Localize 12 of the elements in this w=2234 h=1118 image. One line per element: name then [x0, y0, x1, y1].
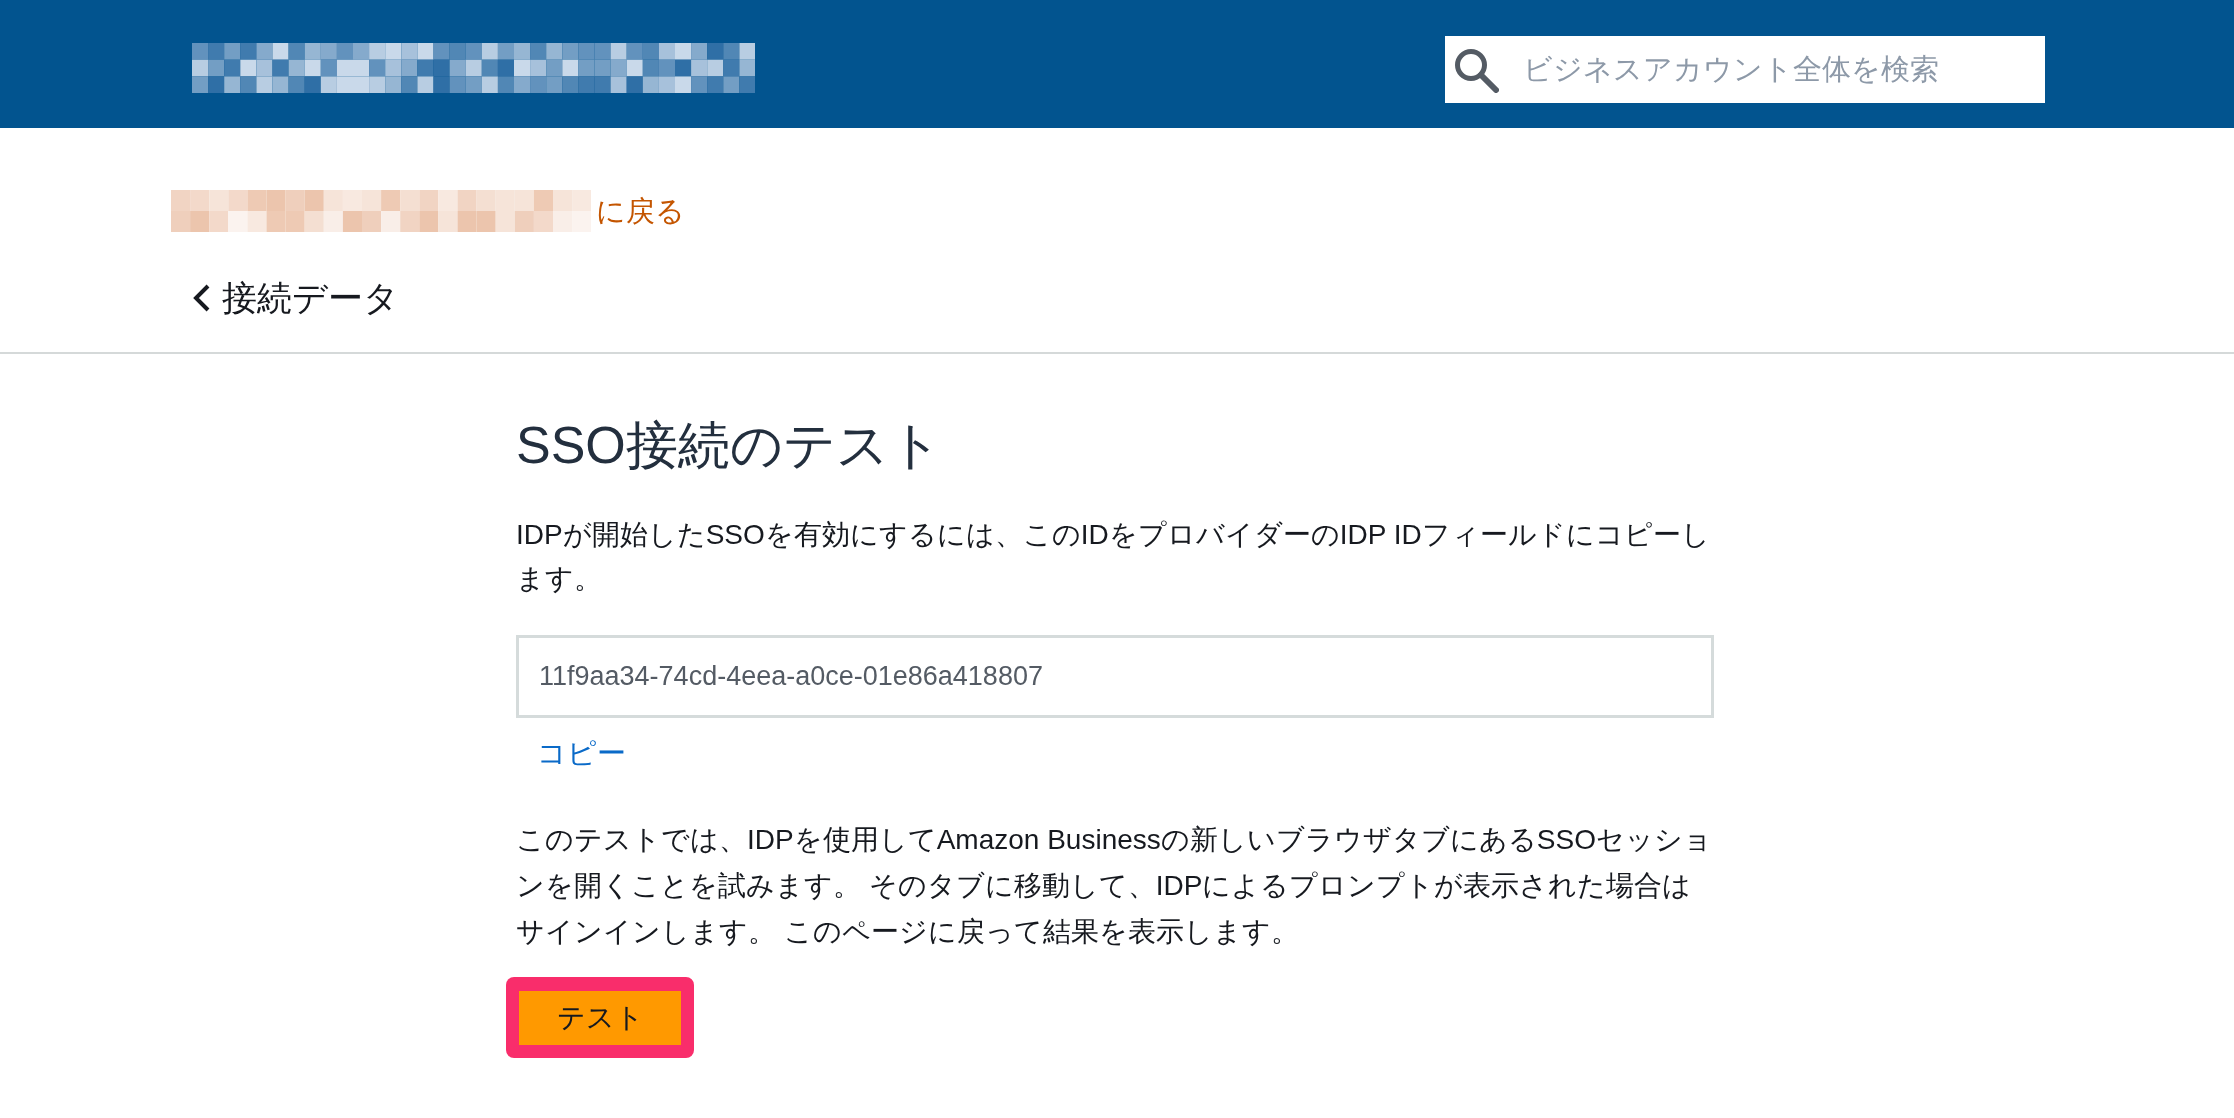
test-button[interactable]: テスト	[519, 991, 681, 1046]
search-field[interactable]: ビジネスアカウント全体を検索	[1523, 47, 2045, 92]
search-bar[interactable]: ビジネスアカウント全体を検索	[1445, 36, 2045, 103]
search-icon	[1453, 46, 1499, 93]
breadcrumb-back-link[interactable]: 接続データ	[192, 277, 399, 319]
return-link[interactable]: に戻る	[596, 193, 685, 229]
description-text: IDPが開始したSSOを有効にするには、このIDをプロバイダーのIDP IDフィールドにコピーします。	[516, 518, 1711, 597]
chevron-left-icon	[192, 284, 212, 312]
page-title: SSO接続のテスト	[516, 415, 943, 476]
test-description-text: このテストでは、IDPを使用してAmazon Businessの新しいブラウザタブにあるSSOセッションを開くことを試みます。 そのタブに移動して、IDPによるプロンプトが表示された場合はサインインします。 このページに戻って結果を表示します。	[516, 823, 1713, 949]
copy-link[interactable]: コピー	[537, 735, 626, 772]
id-field[interactable]: 11f9aa34-74cd-4eea-a0ce-01e86a418807	[516, 635, 1714, 719]
